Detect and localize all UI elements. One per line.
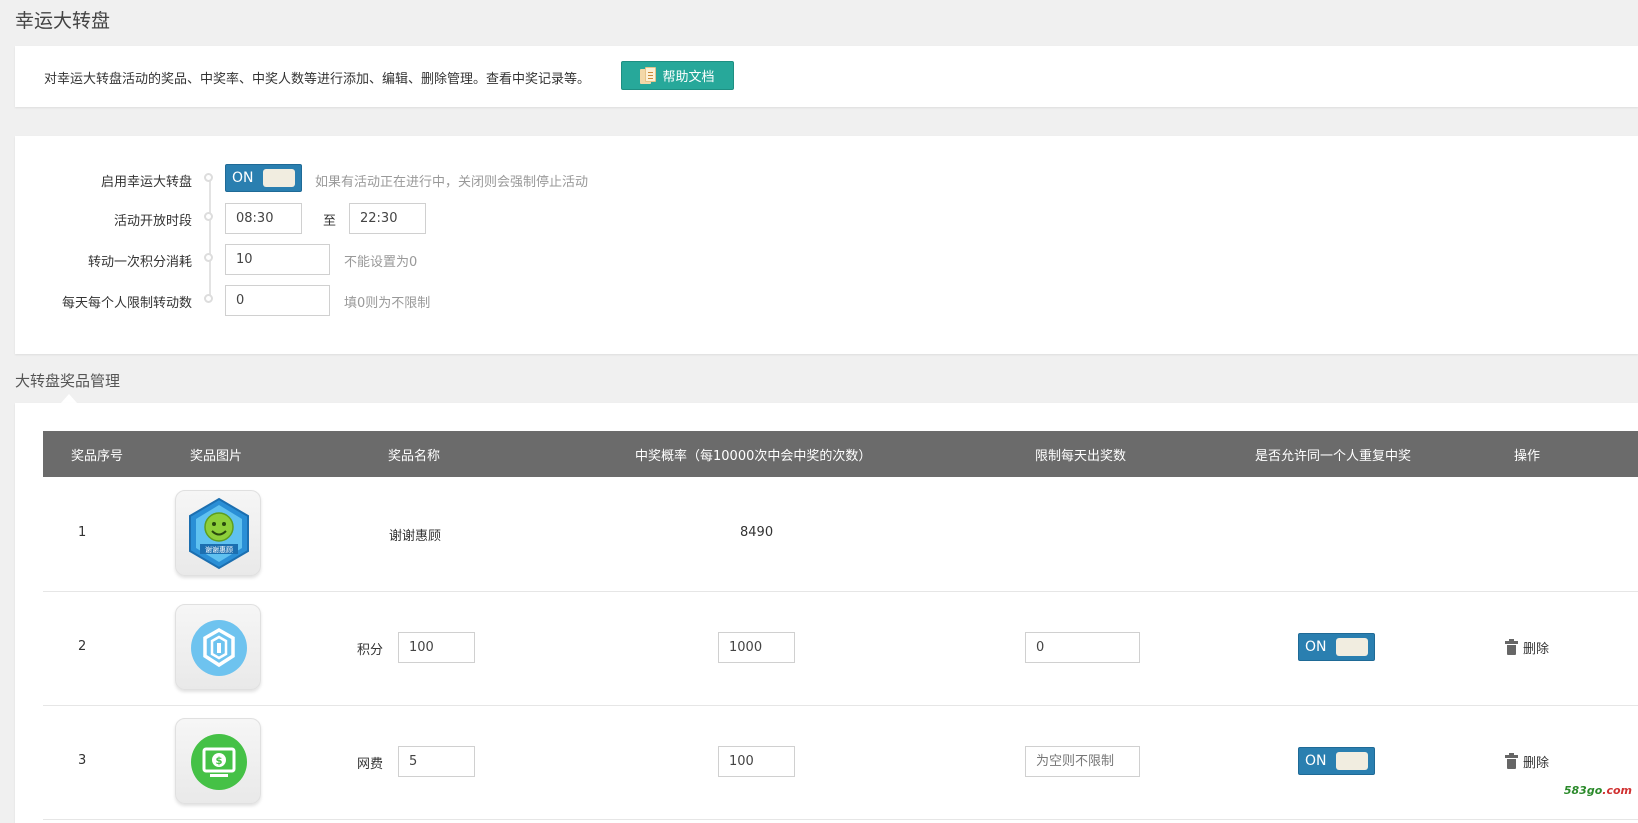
table-header: 奖品序号 奖品图片 奖品名称 中奖概率（每10000次中会中奖的次数） 限制每天… — [43, 431, 1638, 477]
toggle-knob — [1336, 752, 1368, 770]
timeline-dot — [204, 173, 213, 182]
col-name: 奖品名称 — [388, 449, 441, 464]
badge-text: 谢谢惠顾 — [205, 545, 233, 554]
intro-text: 对幸运大转盘活动的奖品、中奖率、中奖人数等进行添加、编辑、删除管理。查看中奖记录… — [44, 72, 591, 87]
trash-icon — [1505, 753, 1518, 769]
thank-you-badge-icon: 谢谢惠顾 — [189, 497, 249, 570]
end-time-input[interactable] — [349, 203, 426, 234]
svg-text:$: $ — [216, 756, 223, 767]
col-image: 奖品图片 — [190, 449, 243, 464]
help-doc-label: 帮助文档 — [662, 70, 715, 85]
daily-spin-limit-input[interactable] — [225, 285, 330, 316]
timeline-dot — [204, 294, 213, 303]
limit-label: 每天每个人限制转动数 — [61, 296, 192, 311]
settings-panel: 启用幸运大转盘 ON 如果有活动正在进行中，关闭则会强制停止活动 活动开放时段 … — [15, 136, 1638, 354]
repeat-toggle[interactable]: ON — [1298, 633, 1375, 661]
table-row: 3 $ 网费 ON 删除 — [43, 705, 1638, 820]
timeline-dot — [204, 212, 213, 221]
delete-button[interactable]: 删除 — [1505, 752, 1549, 771]
delete-label: 删除 — [1523, 642, 1550, 657]
start-time-input[interactable] — [225, 203, 302, 234]
delete-label: 删除 — [1523, 756, 1550, 771]
prize-index: 1 — [78, 525, 87, 540]
limit-hint: 填0则为不限制 — [344, 296, 431, 311]
prize-index: 3 — [78, 753, 87, 768]
enable-toggle[interactable]: ON — [225, 164, 302, 192]
daily-limit-input[interactable] — [1025, 632, 1140, 663]
enable-label: 启用幸运大转盘 — [100, 175, 192, 190]
prize-name: 谢谢惠顾 — [389, 529, 442, 544]
col-index: 奖品序号 — [71, 449, 124, 464]
delete-button[interactable]: 删除 — [1505, 638, 1549, 657]
trash-icon — [1505, 639, 1518, 655]
limit-row: 每天每个人限制转动数 填0则为不限制 — [15, 285, 1638, 316]
period-label: 活动开放时段 — [113, 214, 192, 229]
table-row: 2 积分 ON 删除 — [43, 591, 1638, 706]
daily-limit-input[interactable] — [1025, 746, 1140, 777]
toggle-knob — [263, 169, 295, 187]
prize-image[interactable] — [175, 604, 261, 690]
enable-hint: 如果有活动正在进行中，关闭则会强制停止活动 — [315, 175, 589, 190]
prize-amount-input[interactable] — [398, 746, 475, 777]
document-icon — [640, 66, 657, 85]
help-doc-button[interactable]: 帮助文档 — [621, 61, 734, 90]
col-action: 操作 — [1514, 449, 1541, 464]
timeline-line — [209, 179, 211, 299]
probability-input[interactable] — [718, 746, 795, 777]
toggle-knob — [1336, 638, 1368, 656]
cost-row: 转动一次积分消耗 不能设置为0 — [15, 244, 1638, 275]
prize-table-panel: 奖品序号 奖品图片 奖品名称 中奖概率（每10000次中会中奖的次数） 限制每天… — [15, 403, 1638, 823]
col-daily-limit: 限制每天出奖数 — [1035, 449, 1127, 464]
prize-image[interactable]: 谢谢惠顾 — [175, 490, 261, 576]
cost-input[interactable] — [225, 244, 330, 275]
col-repeat: 是否允许同一个人重复中奖 — [1255, 449, 1412, 464]
timeline-dot — [204, 253, 213, 262]
probability-input[interactable] — [718, 632, 795, 663]
period-row: 活动开放时段 至 — [15, 203, 1638, 234]
page-title: 幸运大转盘 — [15, 10, 111, 32]
enable-row: 启用幸运大转盘 ON 如果有活动正在进行中，关闭则会强制停止活动 — [15, 164, 1638, 194]
prize-section-title: 大转盘奖品管理 — [15, 372, 121, 390]
prize-image[interactable]: $ — [175, 718, 261, 804]
prize-amount-input[interactable] — [398, 632, 475, 663]
intro-panel: 对幸运大转盘活动的奖品、中奖率、中奖人数等进行添加、编辑、删除管理。查看中奖记录… — [15, 46, 1638, 107]
prize-probability: 8490 — [740, 525, 774, 540]
table-row: 1 谢谢惠顾 谢谢惠顾 8490 — [43, 477, 1638, 592]
points-shield-icon — [191, 620, 247, 676]
prize-index: 2 — [78, 639, 87, 654]
section-pointer — [61, 394, 77, 403]
cost-label: 转动一次积分消耗 — [87, 255, 192, 270]
period-to-label: 至 — [323, 214, 337, 229]
col-probability: 中奖概率（每10000次中会中奖的次数） — [635, 449, 872, 464]
repeat-toggle[interactable]: ON — [1298, 747, 1375, 775]
watermark: 583go.com — [1563, 784, 1632, 797]
prize-name: 积分 — [357, 643, 384, 658]
prize-name: 网费 — [357, 757, 384, 772]
phone-fee-icon: $ — [191, 734, 247, 790]
cost-hint: 不能设置为0 — [344, 255, 418, 270]
